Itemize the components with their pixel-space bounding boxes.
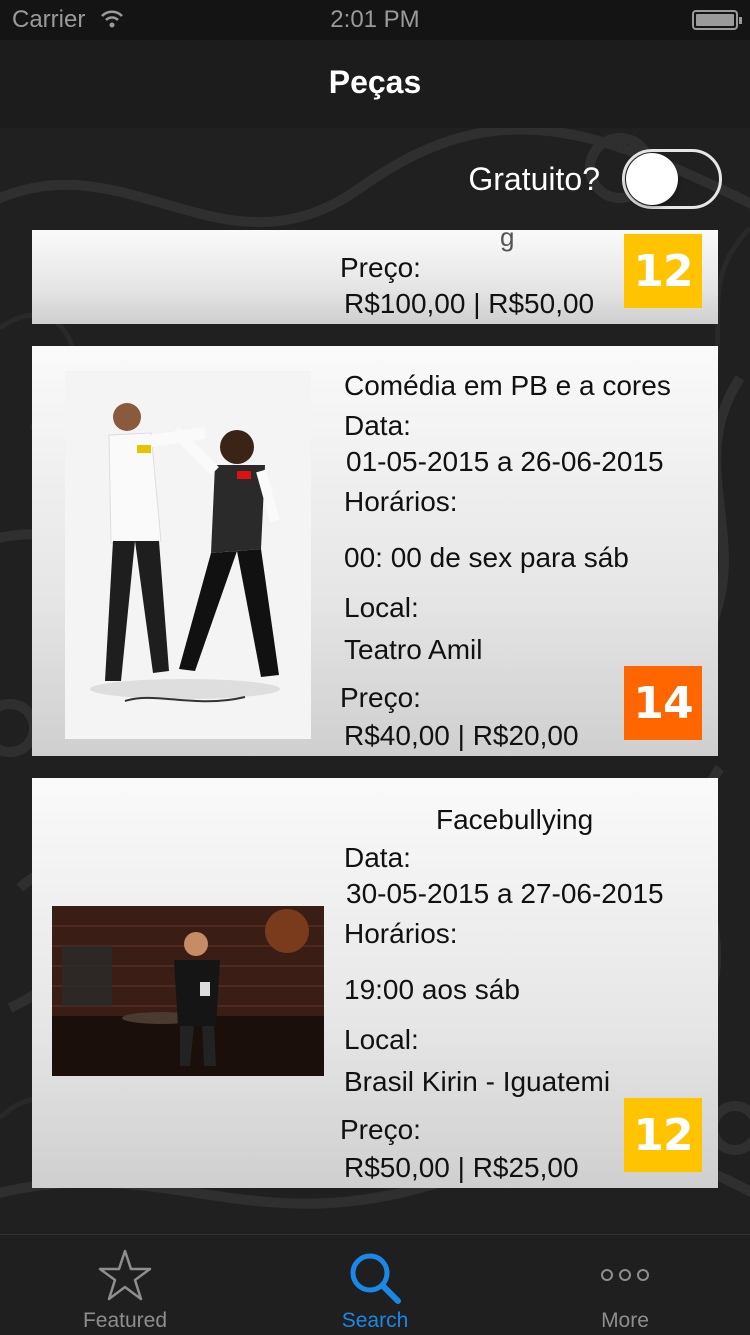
date-label: Data: <box>344 410 411 441</box>
local-label: Local: <box>344 1024 419 1055</box>
price-value: R$100,00 | R$50,00 <box>344 288 595 319</box>
date-value: 30-05-2015 a 27-06-2015 <box>346 878 664 909</box>
price-value: R$40,00 | R$20,00 <box>344 720 579 751</box>
play-title: Comédia em PB e a cores <box>344 370 671 401</box>
search-icon <box>250 1249 500 1305</box>
local-label: Local: <box>344 592 419 623</box>
hours-value: 00: 00 de sex para sáb <box>344 542 629 573</box>
free-toggle-switch[interactable] <box>622 149 722 209</box>
battery-icon <box>692 10 742 30</box>
age-rating-badge: 12 <box>624 234 702 308</box>
play-photo <box>65 371 311 739</box>
date-value: 01-05-2015 a 26-06-2015 <box>346 446 664 477</box>
price-label: Preço: <box>340 252 421 283</box>
local-value: Brasil Kirin - Iguatemi <box>344 1066 611 1097</box>
hours-label: Horários: <box>344 918 458 949</box>
free-filter: Gratuito? <box>468 148 722 210</box>
play-card[interactable]: Comédia em PB e a cores Data: 01-05-2015… <box>32 346 718 756</box>
tab-search-label: Search <box>341 1309 409 1332</box>
toggle-knob <box>626 153 678 205</box>
navigation-bar: Peças <box>0 40 750 128</box>
hours-value: 19:00 aos sáb <box>344 974 520 1005</box>
tab-featured-label: Featured <box>82 1309 168 1332</box>
tab-more[interactable]: More <box>500 1235 750 1335</box>
free-filter-label: Gratuito? <box>468 160 600 197</box>
tab-bar: Featured Search More <box>0 1234 750 1335</box>
age-rating-badge: 12 <box>624 1098 702 1172</box>
local-value: Teatro Amil <box>344 634 483 665</box>
tab-featured[interactable]: Featured <box>0 1235 250 1335</box>
hours-label: Horários: <box>344 486 458 517</box>
date-label: Data: <box>344 842 411 873</box>
tab-search[interactable]: Search <box>250 1235 500 1335</box>
status-bar: Carrier 2:01 PM <box>0 0 750 40</box>
star-icon <box>0 1249 250 1305</box>
age-rating-badge: 14 <box>624 666 702 740</box>
price-label: Preço: <box>340 1114 421 1145</box>
status-time: 2:01 PM <box>330 6 420 33</box>
more-icon <box>500 1249 750 1305</box>
play-photo <box>52 906 324 1076</box>
play-card[interactable]: g Preço: R$100,00 | R$50,00 12 <box>32 230 718 324</box>
price-value: R$50,00 | R$25,00 <box>344 1152 579 1183</box>
price-label: Preço: <box>340 682 421 713</box>
tab-more-label: More <box>601 1309 649 1332</box>
content-scroll-area[interactable]: Gratuito? g Preço: R$100,00 | R$50,00 12 <box>0 128 750 1234</box>
page-title: Peças <box>328 64 422 100</box>
play-card[interactable]: Facebullying Data: 30-05-2015 a 27-06-20… <box>32 778 718 1188</box>
play-title: Facebullying <box>436 804 594 835</box>
